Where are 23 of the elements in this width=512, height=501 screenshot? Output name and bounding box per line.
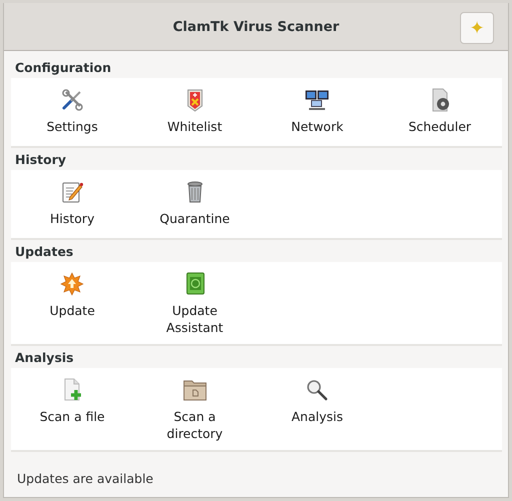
launcher-item[interactable]: Network bbox=[256, 88, 378, 138]
launcher-item[interactable]: Settings bbox=[11, 88, 134, 138]
star-burst-icon bbox=[60, 272, 84, 296]
launcher-item[interactable]: Update bbox=[11, 272, 134, 336]
computers-icon bbox=[305, 88, 330, 112]
launcher-item[interactable]: Scan a directory bbox=[134, 378, 256, 442]
section-heading: History bbox=[14, 151, 68, 169]
launcher-item[interactable]: Quarantine bbox=[134, 180, 256, 230]
folder-icon bbox=[182, 378, 207, 402]
section-heading: Analysis bbox=[14, 349, 75, 367]
window-title: ClamTk Virus Scanner bbox=[172, 18, 340, 34]
section-heading: Configuration bbox=[14, 59, 112, 77]
launcher-item[interactable]: Analysis bbox=[256, 378, 378, 442]
status-text: Updates are available bbox=[16, 470, 154, 486]
tools-icon bbox=[60, 88, 84, 112]
launcher-item[interactable]: Update Assistant bbox=[134, 272, 256, 336]
section-heading: Updates bbox=[14, 243, 74, 261]
launcher-item[interactable]: History bbox=[11, 180, 134, 230]
launcher-item[interactable]: Whitelist bbox=[134, 88, 256, 138]
notepad-pencil-icon bbox=[60, 180, 84, 204]
launcher-item[interactable]: Scan a file bbox=[11, 378, 134, 442]
launcher-item[interactable]: Scheduler bbox=[378, 88, 501, 138]
search-icon bbox=[305, 378, 330, 402]
